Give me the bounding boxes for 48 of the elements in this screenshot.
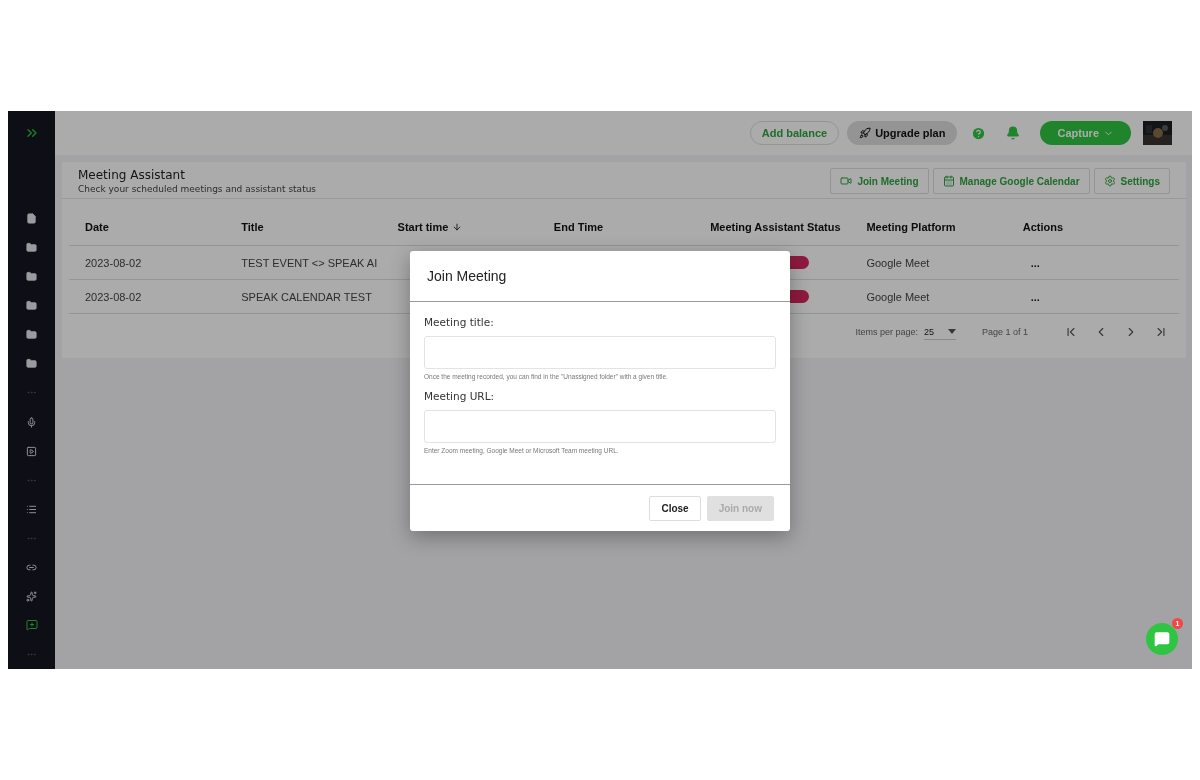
table-cell-text: 2023-08-02	[85, 290, 143, 303]
column-header[interactable]: Meeting Assistant Status	[710, 220, 867, 233]
upgrade-button[interactable]: Upgrade plan	[847, 121, 958, 145]
column-header[interactable]: Meeting Platform	[866, 220, 1023, 233]
table-cell-text: SPEAK CALENDAR TEST	[241, 290, 373, 303]
column-header[interactable]: End Time	[553, 220, 711, 233]
video-icon	[840, 175, 853, 187]
table-cell-text: TEST EVENT <> SPEAK AI	[241, 256, 379, 269]
folder-icon[interactable]	[26, 271, 37, 283]
column-header[interactable]: Actions	[1022, 220, 1179, 233]
microphone-icon[interactable]	[26, 416, 37, 428]
add-icon[interactable]	[25, 619, 38, 632]
chat-button[interactable]	[1146, 623, 1178, 655]
folder-icon[interactable]	[26, 358, 37, 370]
first-page-icon[interactable]	[1064, 325, 1078, 339]
table-cell-text: Google Meet	[866, 290, 931, 303]
table-cell-text: 2023-08-02	[85, 256, 143, 269]
more-button[interactable]: ...	[1022, 256, 1179, 269]
page-info: Page 1 of 1	[981, 327, 1028, 337]
field-label: Meeting title:	[424, 316, 495, 328]
settings-icon	[1103, 175, 1116, 187]
chat-icon	[1154, 631, 1170, 647]
items-per-page-label: Items per page:	[855, 327, 918, 337]
column-header[interactable]: Title	[241, 220, 398, 233]
caret-icon	[947, 329, 956, 334]
list-icon[interactable]	[26, 503, 37, 515]
page-subtitle: Check your scheduled meetings and assistant status	[78, 184, 317, 194]
folder-icon[interactable]	[26, 329, 37, 341]
last-page-icon[interactable]	[1154, 325, 1168, 339]
items-per-page-select[interactable]: 25	[923, 324, 956, 340]
table-cell-text: Google Meet	[866, 256, 931, 269]
column-header[interactable]: Date	[85, 220, 242, 233]
file-icon[interactable]	[26, 213, 37, 225]
input-field[interactable]	[424, 410, 776, 443]
close-button[interactable]: Close	[649, 495, 701, 521]
input-field[interactable]	[424, 336, 776, 369]
dialog-title: Join Meeting	[427, 268, 507, 284]
more-button[interactable]: ...	[1022, 290, 1179, 303]
sort-icon	[452, 221, 463, 232]
video-icon[interactable]	[26, 445, 37, 457]
field-label: Meeting URL:	[424, 390, 496, 402]
rocket-icon	[859, 127, 872, 139]
folder-icon[interactable]	[26, 300, 37, 312]
folder-icon[interactable]	[26, 242, 37, 254]
sparkle-icon[interactable]	[26, 590, 37, 602]
calendar-icon	[942, 175, 955, 187]
column-header[interactable]: Start time	[397, 220, 554, 233]
page-title: Meeting Assistant	[78, 168, 186, 182]
